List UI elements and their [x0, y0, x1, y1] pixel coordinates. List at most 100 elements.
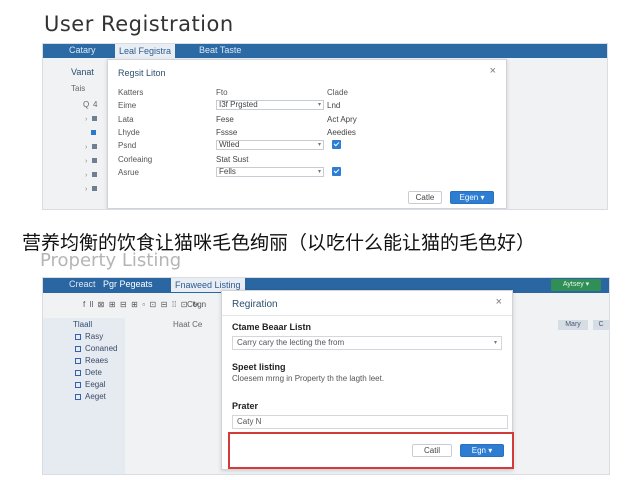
- folder-icon: [92, 186, 98, 192]
- chevron-down-icon: ▾: [317, 142, 321, 148]
- cancel-button[interactable]: Catil: [412, 444, 452, 457]
- prater-input[interactable]: Caty N: [232, 415, 508, 429]
- sidebar-item[interactable]: Dete: [75, 368, 102, 377]
- page-title-property-listing: Property Listing: [40, 250, 182, 271]
- toolbar-icons[interactable]: f ll ⊠ ⊞ ⊟ ⊞ ▫ ⊡ ⊟ ⁞⁞ ⊡ ↻: [83, 300, 199, 309]
- close-icon[interactable]: ×: [490, 65, 496, 77]
- top-tab-bar: Catary Leal Fegistra Beat Taste: [43, 44, 607, 58]
- cancel-button[interactable]: Catle: [408, 191, 442, 204]
- field-extra-act-apry: Act Apry: [327, 115, 357, 124]
- checkbox-icon: [75, 393, 81, 400]
- sidebar-item[interactable]: Reaes: [75, 356, 108, 365]
- tree-item[interactable]: ›: [85, 114, 102, 123]
- tab-catary[interactable]: Catary: [69, 45, 96, 55]
- tab-pgr-pegeats[interactable]: Pgr Pegeats: [103, 279, 153, 289]
- folder-icon: [92, 144, 98, 150]
- chevron-down-icon: ▾: [493, 340, 497, 346]
- primary-action-button[interactable]: Egn ▾: [460, 444, 504, 457]
- section-title-speet-listing: Speet listing: [232, 362, 286, 372]
- asrue-select[interactable]: Fells ▾: [216, 167, 324, 177]
- bg-column-label: Haat Ce: [173, 320, 203, 329]
- field-value-fese: Fese: [216, 115, 234, 124]
- field-label-eime: Eime: [118, 101, 137, 110]
- primary-action-button[interactable]: Egen ▾: [450, 191, 494, 204]
- divider: [222, 315, 512, 316]
- dialog-title: Regsit Liton: [118, 68, 166, 78]
- field-label-corleaing: Corleaing: [118, 155, 153, 164]
- tab-beat-taste[interactable]: Beat Taste: [199, 45, 241, 55]
- tab-leal-fegistra[interactable]: Leal Fegistra: [115, 44, 176, 58]
- sidebar-item-label: Rasy: [85, 332, 104, 341]
- sidebar-item-label: Reaes: [85, 356, 109, 365]
- folder-icon: [92, 116, 98, 122]
- sidebar-header: Tlaall: [73, 320, 93, 329]
- field-value-stat-sust: Stat Sust: [216, 155, 249, 164]
- search-icon[interactable]: Q: [83, 100, 89, 109]
- green-action-button[interactable]: Aytsey ▾: [551, 279, 601, 291]
- sidebar-item[interactable]: Aeget: [75, 392, 106, 401]
- column-header-katters: Katters: [118, 88, 144, 97]
- right-button-c[interactable]: C: [593, 320, 609, 330]
- checkbox-icon: [75, 333, 81, 340]
- tree-item[interactable]: ›: [85, 156, 102, 165]
- section-title-prater: Prater: [232, 401, 259, 411]
- chevron-right-icon: ›: [85, 172, 88, 179]
- checked-icon: [91, 130, 96, 136]
- tree-item[interactable]: ›: [85, 142, 102, 151]
- user-registration-screenshot: Catary Leal Fegistra Beat Taste Vanat Ta…: [42, 43, 608, 210]
- tab-creact[interactable]: Creact: [69, 279, 96, 289]
- asrue-select-value: Fells: [219, 167, 236, 176]
- sidebar-item-label: Conaned: [85, 344, 118, 353]
- checkbox-icon: [75, 369, 81, 376]
- psnd-select[interactable]: Wtled ▾: [216, 140, 324, 150]
- checkbox-icon: [75, 357, 81, 364]
- close-icon[interactable]: ×: [496, 296, 502, 308]
- eime-select[interactable]: I3f Prgsted ▾: [216, 100, 324, 110]
- asrue-checkbox[interactable]: [332, 167, 341, 176]
- chevron-right-icon: ›: [85, 158, 88, 165]
- toolbar-label: Cegn: [187, 300, 207, 309]
- psnd-select-value: Wtled: [219, 140, 240, 149]
- dialog-title: Regiration: [232, 299, 278, 310]
- psnd-checkbox[interactable]: [332, 140, 341, 149]
- sidebar: Tlaall Rasy Conaned Reaes Dete Eegal Aeg…: [43, 318, 125, 474]
- chevron-right-icon: ›: [85, 144, 88, 151]
- prater-input-value: Caty N: [237, 417, 262, 426]
- field-extra-lnd: Lnd: [327, 101, 341, 110]
- tree-item[interactable]: ›: [85, 170, 102, 179]
- checkbox-icon: [75, 345, 81, 352]
- right-button-mary[interactable]: Mary: [558, 320, 588, 330]
- sidebar-item-label: Aeget: [85, 392, 106, 401]
- page-title-user-registration: User Registration: [44, 12, 234, 36]
- bg-label-four: 4: [93, 100, 98, 109]
- column-header-fto: Fto: [216, 88, 228, 97]
- field-label-lhyde: Lhyde: [118, 128, 140, 137]
- registration-dialog: Regsit Liton × Katters Fto Clade Eime I3…: [107, 59, 507, 209]
- sidebar-item-label: Dete: [85, 368, 102, 377]
- sidebar-item[interactable]: Eegal: [75, 380, 105, 389]
- field-label-asrue: Asrue: [118, 168, 139, 177]
- tree-item[interactable]: ›: [85, 184, 102, 193]
- sidebar-item[interactable]: Rasy: [75, 332, 103, 341]
- chevron-right-icon: ›: [85, 116, 88, 123]
- eime-select-value: I3f Prgsted: [219, 100, 258, 109]
- column-header-clade: Clade: [327, 88, 348, 97]
- folder-icon: [92, 172, 98, 178]
- field-extra-aeedies: Aeedies: [327, 128, 356, 137]
- folder-icon: [92, 158, 98, 164]
- sidebar-item-label: Eegal: [85, 380, 106, 389]
- listing-select[interactable]: Carry cary the lecting the from ▾: [232, 336, 502, 350]
- bg-label-tais: Tais: [71, 84, 86, 93]
- section-description: Cloesem mrng in Property th the lagth le…: [232, 374, 385, 383]
- sidebar-item[interactable]: Conaned: [75, 344, 117, 353]
- chevron-down-icon: ▾: [317, 169, 321, 175]
- registration-dialog: Regiration × Ctame Beaar Listn Carry car…: [221, 290, 514, 470]
- bg-heading: Vanat: [71, 67, 94, 77]
- tree-item[interactable]: [91, 128, 101, 137]
- field-label-psnd: Psnd: [118, 141, 137, 150]
- chevron-down-icon: ▾: [317, 102, 321, 108]
- chevron-right-icon: ›: [85, 186, 88, 193]
- field-value-fssse: Fssse: [216, 128, 238, 137]
- checkbox-icon: [75, 381, 81, 388]
- field-label-lata: Lata: [118, 115, 134, 124]
